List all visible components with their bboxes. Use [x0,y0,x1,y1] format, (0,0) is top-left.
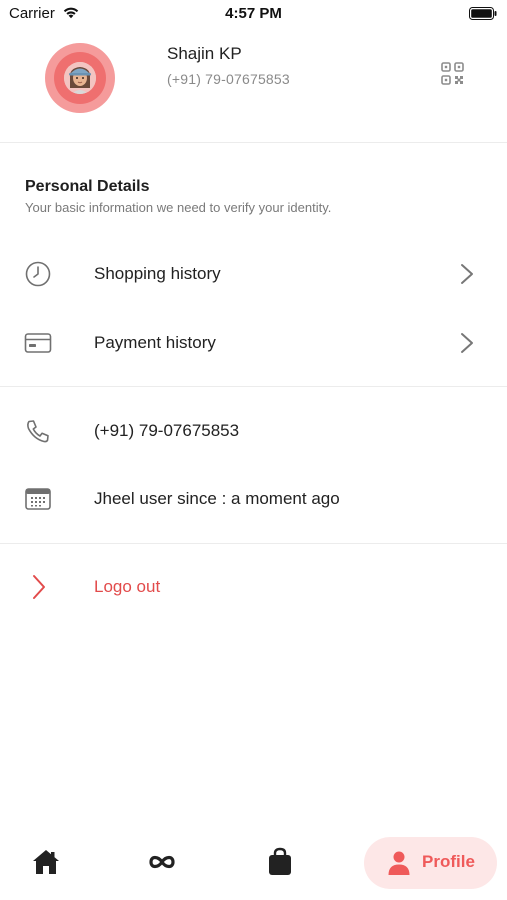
bottom-nav: Profile [0,830,507,900]
status-time: 4:57 PM [225,5,282,22]
tab-profile[interactable]: Profile [364,837,497,889]
section-divider [0,543,507,544]
shopping-history-label: Shopping history [94,264,221,283]
phone-icon [27,420,49,443]
payment-history-label: Payment history [94,333,216,352]
payment-history-row[interactable]: Payment history [0,315,507,371]
credit-card-icon [24,333,52,353]
profile-phone: (+91) 79-07675853 [167,71,290,87]
home-icon[interactable] [28,844,64,880]
infinity-icon[interactable] [144,844,180,880]
battery-icon [469,7,497,20]
avatar[interactable] [45,43,115,113]
calendar-icon [25,488,51,510]
qr-code-icon[interactable] [441,62,464,85]
profile-name: Shajin KP [167,44,242,63]
logout-label: Logo out [94,577,161,596]
chevron-right-icon [33,575,45,599]
chevron-right-icon [461,333,473,353]
shopping-bag-icon[interactable] [262,844,298,880]
chevron-right-icon [461,264,473,284]
avatar-image [64,62,96,94]
shopping-history-row[interactable]: Shopping history [0,246,507,302]
avatar-illustration [64,62,96,94]
section-divider [0,386,507,387]
member-since-label: Jheel user since : a moment ago [94,489,340,508]
logout-button[interactable]: Logo out [0,559,507,615]
clock-icon [25,261,51,287]
status-bar: Carrier 4:57 PM [0,0,507,30]
phone-row: (+91) 79-07675853 [0,403,507,459]
member-since-row: Jheel user since : a moment ago [0,471,507,527]
section-title: Personal Details [25,178,150,195]
section-subtitle: Your basic information we need to verify… [25,200,332,215]
person-icon [388,851,410,875]
phone-label: (+91) 79-07675853 [94,421,240,440]
header-divider [0,142,507,143]
tab-profile-label: Profile [422,852,475,871]
